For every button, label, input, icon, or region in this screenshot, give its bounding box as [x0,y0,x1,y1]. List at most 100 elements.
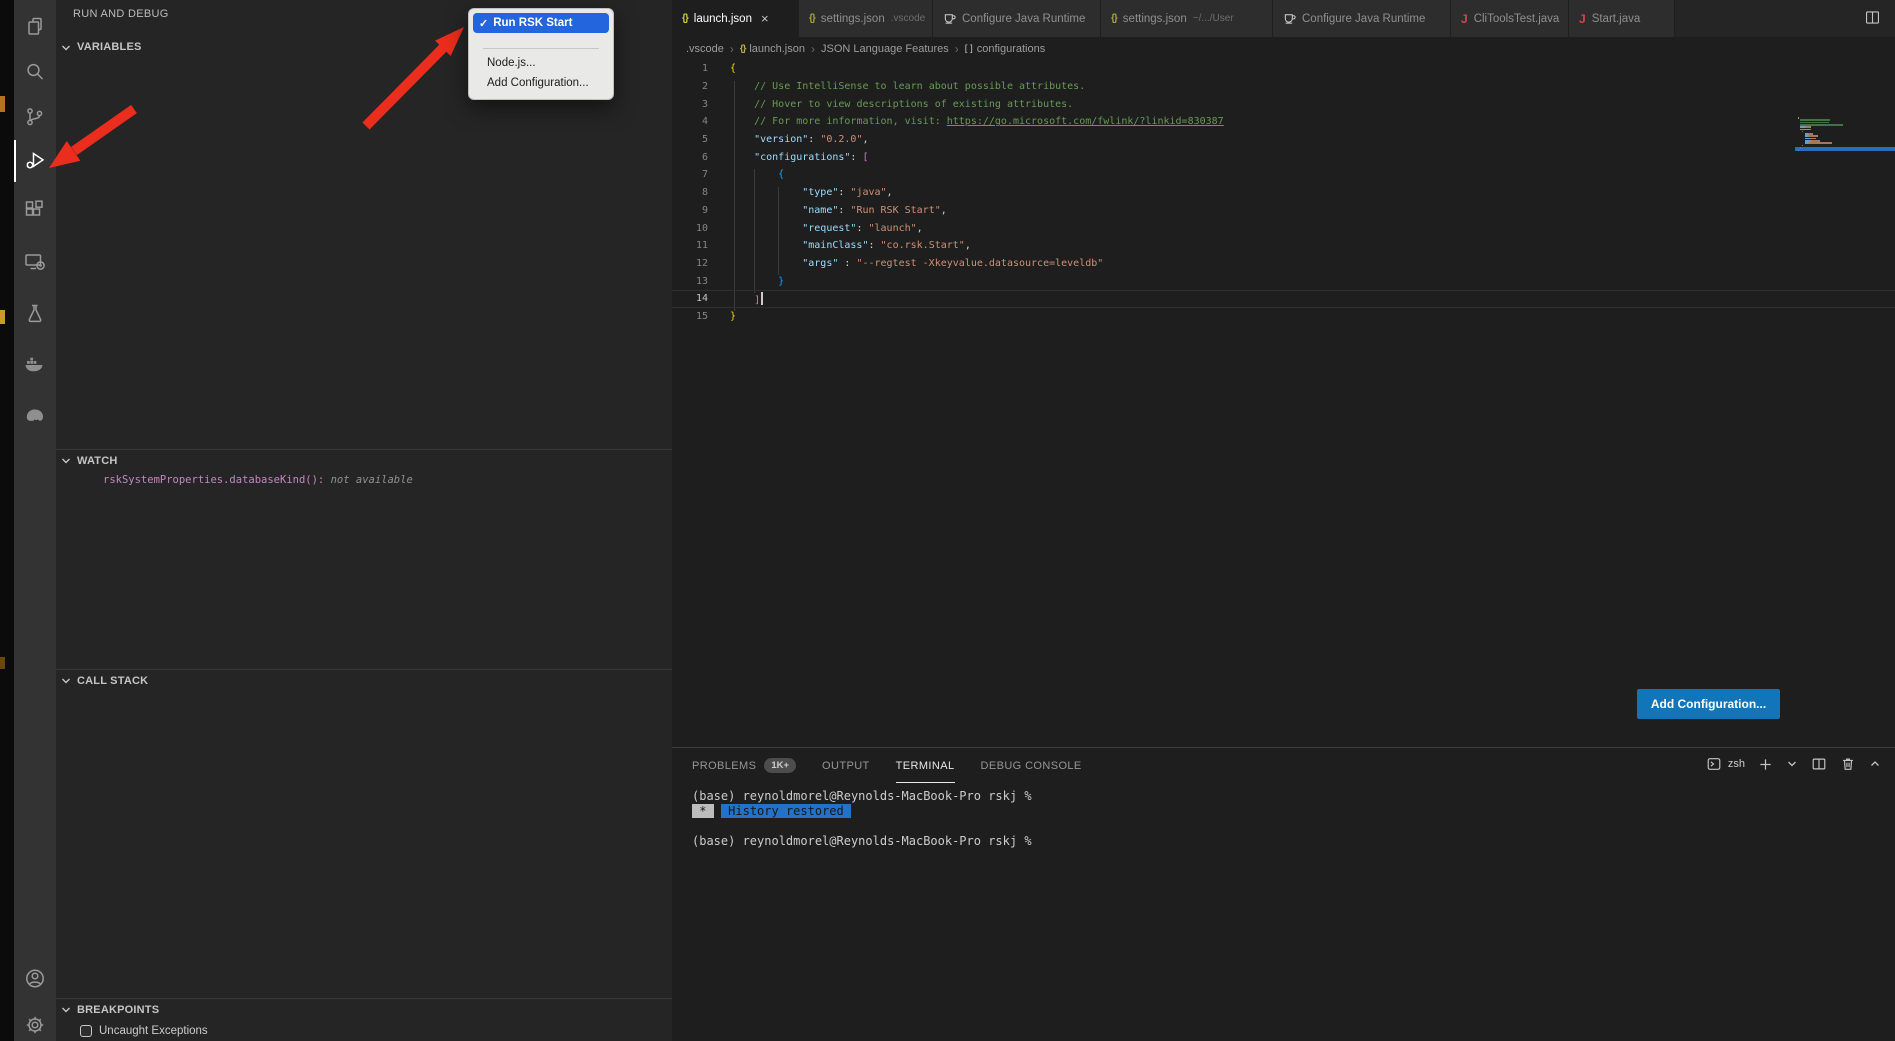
run-and-debug-sidebar: RUN AND DEBUG ··· VARIABLES WATCH rskSys… [56,0,672,1041]
section-label: BREAKPOINTS [77,1004,159,1016]
terminal-output[interactable]: (base) reynoldmorel@Reynolds-MacBook-Pro… [692,789,1032,849]
code-token: : [856,223,868,234]
search-icon[interactable] [14,51,56,93]
breakpoint-label: Uncaught Exceptions [99,1025,208,1037]
minimap-token [1810,129,1811,131]
tab-label: settings.json [821,13,885,25]
minimap[interactable] [1795,110,1895,165]
chevron-down-icon [61,1005,71,1014]
split-terminal-icon[interactable] [1811,756,1827,772]
menu-item-nodejs[interactable]: Node.js... [487,57,536,73]
indent-space [730,81,754,92]
bottom-panel: PROBLEMS1K+OUTPUTTERMINALDEBUG CONSOLE z… [672,747,1895,1041]
code-token: : [838,187,850,198]
call-stack-header[interactable]: CALL STACK [56,669,672,691]
menu-item-run-rsk-start[interactable]: ✓ Run RSK Start [473,13,609,33]
docker-icon[interactable] [14,343,56,385]
code-text: "mainClass": "co.rsk.Start", [730,240,971,251]
debug-config-menu: ✓ Run RSK Start Node.js... Add Configura… [468,8,614,100]
panel-tab-output[interactable]: OUTPUT [822,748,870,783]
panel-tab-label: DEBUG CONSOLE [981,760,1082,772]
panel-tab-label: OUTPUT [822,760,870,772]
code-token: , [887,187,893,198]
panel-tab-problems[interactable]: PROBLEMS1K+ [692,748,796,783]
extensions-icon[interactable] [14,190,56,232]
tab-launch-json[interactable]: {}launch.json× [672,0,799,37]
watch-expression: rskSystemProperties.databaseKind(): [103,474,324,486]
source-control-icon[interactable] [14,96,56,138]
testing-icon[interactable] [14,293,56,335]
panel-tab-debug-console[interactable]: DEBUG CONSOLE [981,748,1082,783]
tab-start-java[interactable]: JStart.java [1569,0,1675,37]
code-line: 15} [672,308,1895,326]
trash-icon[interactable] [1840,756,1856,772]
breadcrumb: .vscode›{}launch.json›JSON Language Feat… [672,37,1895,60]
settings-gear-icon[interactable] [14,1005,56,1041]
line-number: 4 [672,116,708,127]
chevron-down-icon [61,43,71,52]
watch-header[interactable]: WATCH [56,449,672,471]
code-token: "co.rsk.Start" [881,240,965,251]
uncaught-exceptions-checkbox[interactable] [80,1025,92,1037]
code-line: 4 // For more information, visit: https:… [672,113,1895,131]
breadcrumb-item[interactable]: {}launch.json [740,43,805,55]
line-number: 15 [672,311,708,322]
tab-settings-json[interactable]: {}settings.json.vscode [799,0,933,37]
java-runtime-cup-icon [943,12,956,25]
run-and-debug-icon[interactable] [14,140,56,182]
breadcrumb-item[interactable]: JSON Language Features [821,43,949,55]
minimap-token [1818,124,1843,126]
code-token: "java" [850,187,886,198]
chevron-up-icon[interactable] [1869,758,1881,770]
terminal-launch-icon[interactable] [1706,756,1722,772]
tab-configure-java-runtime[interactable]: Configure Java Runtime [933,0,1101,37]
code-line: 11 "mainClass": "co.rsk.Start", [672,237,1895,255]
explorer-icon[interactable] [14,6,56,48]
breadcrumb-separator-icon: › [730,42,734,56]
breadcrumb-item[interactable]: [ ]configurations [965,43,1045,55]
code-line: 10 "request": "launch", [672,219,1895,237]
selected-config-label: Run RSK Start [493,17,572,29]
line-number: 10 [672,223,708,234]
remote-explorer-icon[interactable] [14,241,56,283]
indent-space [730,134,754,145]
indent-space [730,240,802,251]
new-terminal-icon[interactable] [1758,757,1773,772]
chevron-down-icon[interactable] [1786,758,1798,770]
watch-expression-row[interactable]: rskSystemProperties.databaseKind(): not … [103,474,413,486]
code-line: 5 "version": "0.2.0", [672,131,1895,149]
indent-space [730,116,754,127]
tab-clitoolstest-java[interactable]: JCliToolsTest.java [1451,0,1569,37]
java-file-icon: J [1579,12,1586,26]
panel-tab-terminal[interactable]: TERMINAL [896,748,955,783]
line-number: 11 [672,240,708,251]
code-line: 7 { [672,166,1895,184]
close-icon[interactable]: × [761,12,769,25]
tab-configure-java-runtime[interactable]: Configure Java Runtime [1273,0,1451,37]
split-editor-button[interactable] [1864,9,1881,31]
editor-tab-bar: {}launch.json×{}settings.json.vscodeConf… [672,0,1895,37]
code-token: : [808,134,820,145]
code-line: 2 // Use IntelliSense to learn about pos… [672,78,1895,96]
line-number: 8 [672,187,708,198]
code-editor[interactable]: 1{2 // Use IntelliSense to learn about p… [672,60,1895,747]
breadcrumb-label: launch.json [749,43,805,55]
add-configuration-button[interactable]: Add Configuration... [1637,689,1780,719]
code-line: 12 "args" : "--regtest -Xkeyvalue.dataso… [672,255,1895,273]
code-text: "type": "java", [730,187,893,198]
vscode-window: RUN AND DEBUG ··· VARIABLES WATCH rskSys… [0,0,1895,1041]
code-text: ] [730,292,763,306]
code-text: "args" : "--regtest -Xkeyvalue.datasourc… [730,258,1103,269]
line-number: 7 [672,169,708,180]
code-token: "--regtest -Xkeyvalue.datasource=leveldb… [856,258,1103,269]
menu-item-add-configuration[interactable]: Add Configuration... [487,77,589,93]
breakpoints-header[interactable]: BREAKPOINTS [56,998,672,1020]
breadcrumb-item[interactable]: .vscode [686,43,724,55]
indent-space [730,152,754,163]
gradle-icon[interactable] [14,394,56,436]
editor-cursor [761,292,763,305]
account-icon[interactable] [14,958,56,1000]
indent-space [730,187,802,198]
tab-settings-json[interactable]: {}settings.json~/.../User [1101,0,1273,37]
watch-section: WATCH rskSystemProperties.databaseKind()… [56,449,672,471]
